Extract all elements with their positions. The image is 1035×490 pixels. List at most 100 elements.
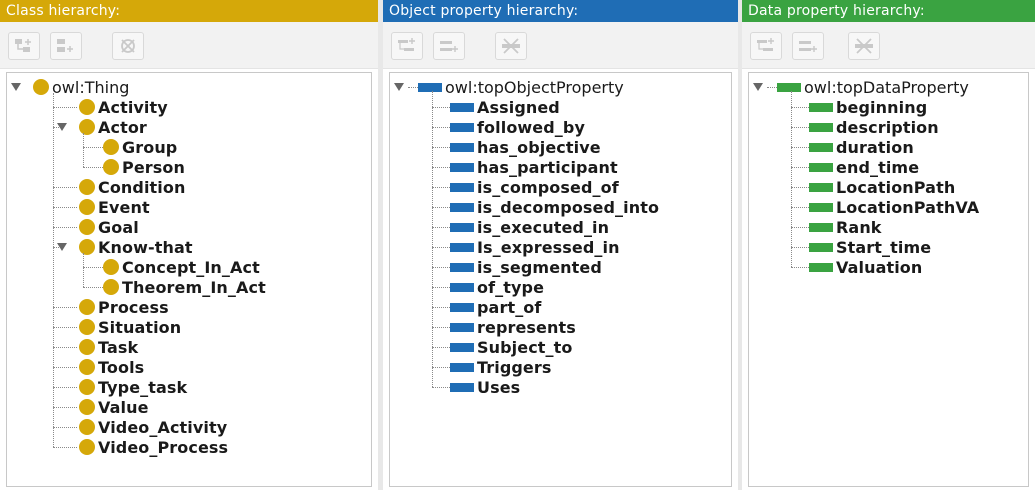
tree-connector [432, 107, 452, 108]
tree-node-class[interactable]: Person [103, 157, 185, 177]
tree-node-class[interactable]: Process [79, 297, 169, 317]
tree-node-property[interactable]: followed_by [450, 117, 585, 137]
tree-node-property[interactable]: LocationPath [809, 177, 955, 197]
tree-node-label: Condition [98, 177, 186, 197]
tree-node-property[interactable]: is_segmented [450, 257, 602, 277]
tree-node-class[interactable]: Theorem_In_Act [103, 277, 266, 297]
tree-node-root[interactable]: owl:topObjectProperty [408, 77, 624, 97]
add-sibling-class-icon [57, 39, 73, 52]
tree-node-class[interactable]: Know-that [79, 237, 193, 257]
tree-node-label: Video_Activity [98, 417, 228, 437]
tree-node-property[interactable]: beginning [809, 97, 927, 117]
add-sibling-class-button[interactable] [50, 32, 82, 60]
tree-node-property[interactable]: Assigned [450, 97, 560, 117]
tree-node-property[interactable]: of_type [450, 277, 544, 297]
data-property-icon [809, 102, 833, 112]
tree-node-property[interactable]: Rank [809, 217, 882, 237]
object-property-icon [450, 262, 474, 272]
tree-connector [83, 147, 105, 148]
tree-node-class[interactable]: Situation [79, 317, 181, 337]
tree-node-label: is_decomposed_into [477, 197, 660, 217]
tree-node-class[interactable]: Tools [79, 357, 144, 377]
delete-object-property-button[interactable] [495, 32, 527, 60]
data-property-icon [809, 242, 833, 252]
add-sibling-object-property-button[interactable] [433, 32, 465, 60]
tree-node-label: Goal [98, 217, 139, 237]
tree-connector [83, 267, 105, 268]
tree-connector [53, 367, 77, 368]
add-sub-object-property-button[interactable] [391, 32, 423, 60]
add-sibling-data-property-button[interactable] [792, 32, 824, 60]
add-sub-data-property-button[interactable] [750, 32, 782, 60]
delete-class-button[interactable] [112, 32, 144, 60]
class-icon [79, 419, 95, 435]
object-property-icon [450, 122, 474, 132]
tree-node-class[interactable]: Event [79, 197, 150, 217]
delete-data-property-button[interactable] [848, 32, 880, 60]
tree-node-root[interactable]: owl:topDataProperty [767, 77, 969, 97]
class-icon [79, 219, 95, 235]
expand-toggle[interactable] [57, 123, 67, 131]
tree-connector [53, 427, 77, 428]
tree-node-property[interactable]: Is_expressed_in [450, 237, 620, 257]
tree-node-property[interactable]: Start_time [809, 237, 931, 257]
tree-connector [432, 247, 452, 248]
expand-toggle[interactable] [11, 83, 21, 91]
tree-node-property[interactable]: Subject_to [450, 337, 572, 357]
data-property-header: Data property hierarchy: [742, 0, 1035, 22]
object-property-icon [450, 322, 474, 332]
tree-node-property[interactable]: Triggers [450, 357, 552, 377]
object-property-header: Object property hierarchy: [383, 0, 738, 22]
tree-node-class[interactable]: Group [103, 137, 177, 157]
tree-node-property[interactable]: end_time [809, 157, 919, 177]
tree-node-label: Know-that [98, 237, 193, 257]
tree-node-class[interactable]: Video_Process [79, 437, 228, 457]
class-icon [103, 259, 119, 275]
tree-node-class[interactable]: Actor [79, 117, 147, 137]
tree-node-label: of_type [477, 277, 545, 297]
data-property-icon [809, 142, 833, 152]
tree-node-property[interactable]: is_composed_of [450, 177, 619, 197]
tree-connector [53, 347, 77, 348]
tree-node-label: Actor [98, 117, 147, 137]
class-icon [79, 319, 95, 335]
tree-node-property[interactable]: part_of [450, 297, 541, 317]
tree-node-property[interactable]: Valuation [809, 257, 922, 277]
add-subclass-button[interactable] [8, 32, 40, 60]
tree-connector [53, 447, 77, 448]
object-property-icon [450, 202, 474, 212]
tree-node-label: Tools [98, 357, 145, 377]
tree-node-property[interactable]: has_participant [450, 157, 618, 177]
tree-node-label: Task [98, 337, 139, 357]
tree-node-class[interactable]: Concept_In_Act [103, 257, 260, 277]
expand-toggle[interactable] [753, 83, 763, 91]
tree-node-property[interactable]: LocationPathVA [809, 197, 979, 217]
object-property-icon [450, 242, 474, 252]
tree-node-property[interactable]: has_objective [450, 137, 601, 157]
tree-node-class[interactable]: Condition [79, 177, 185, 197]
tree-node-class[interactable]: Activity [79, 97, 168, 117]
class-icon [79, 399, 95, 415]
tree-node-property[interactable]: description [809, 117, 939, 137]
tree-node-class[interactable]: Type_task [79, 377, 187, 397]
tree-node-class[interactable]: Value [79, 397, 149, 417]
tree-connector [53, 327, 77, 328]
tree-node-class[interactable]: Goal [79, 217, 139, 237]
expand-toggle[interactable] [394, 83, 404, 91]
tree-connector [432, 127, 452, 128]
tree-node-property[interactable]: Uses [450, 377, 520, 397]
tree-node-property[interactable]: is_decomposed_into [450, 197, 659, 217]
data-property-icon [809, 122, 833, 132]
tree-node-label: Event [98, 197, 150, 217]
tree-node-class[interactable]: Task [79, 337, 138, 357]
tree-connector [53, 307, 77, 308]
tree-node-property[interactable]: is_executed_in [450, 217, 609, 237]
tree-node-property[interactable]: represents [450, 317, 576, 337]
tree-connector [53, 387, 77, 388]
tree-node-class[interactable]: Video_Activity [79, 417, 227, 437]
tree-node-root[interactable]: owl:Thing [33, 77, 129, 97]
class-icon [33, 79, 49, 95]
expand-toggle[interactable] [57, 243, 67, 251]
tree-node-property[interactable]: duration [809, 137, 914, 157]
tree-node-label: is_composed_of [477, 177, 619, 197]
